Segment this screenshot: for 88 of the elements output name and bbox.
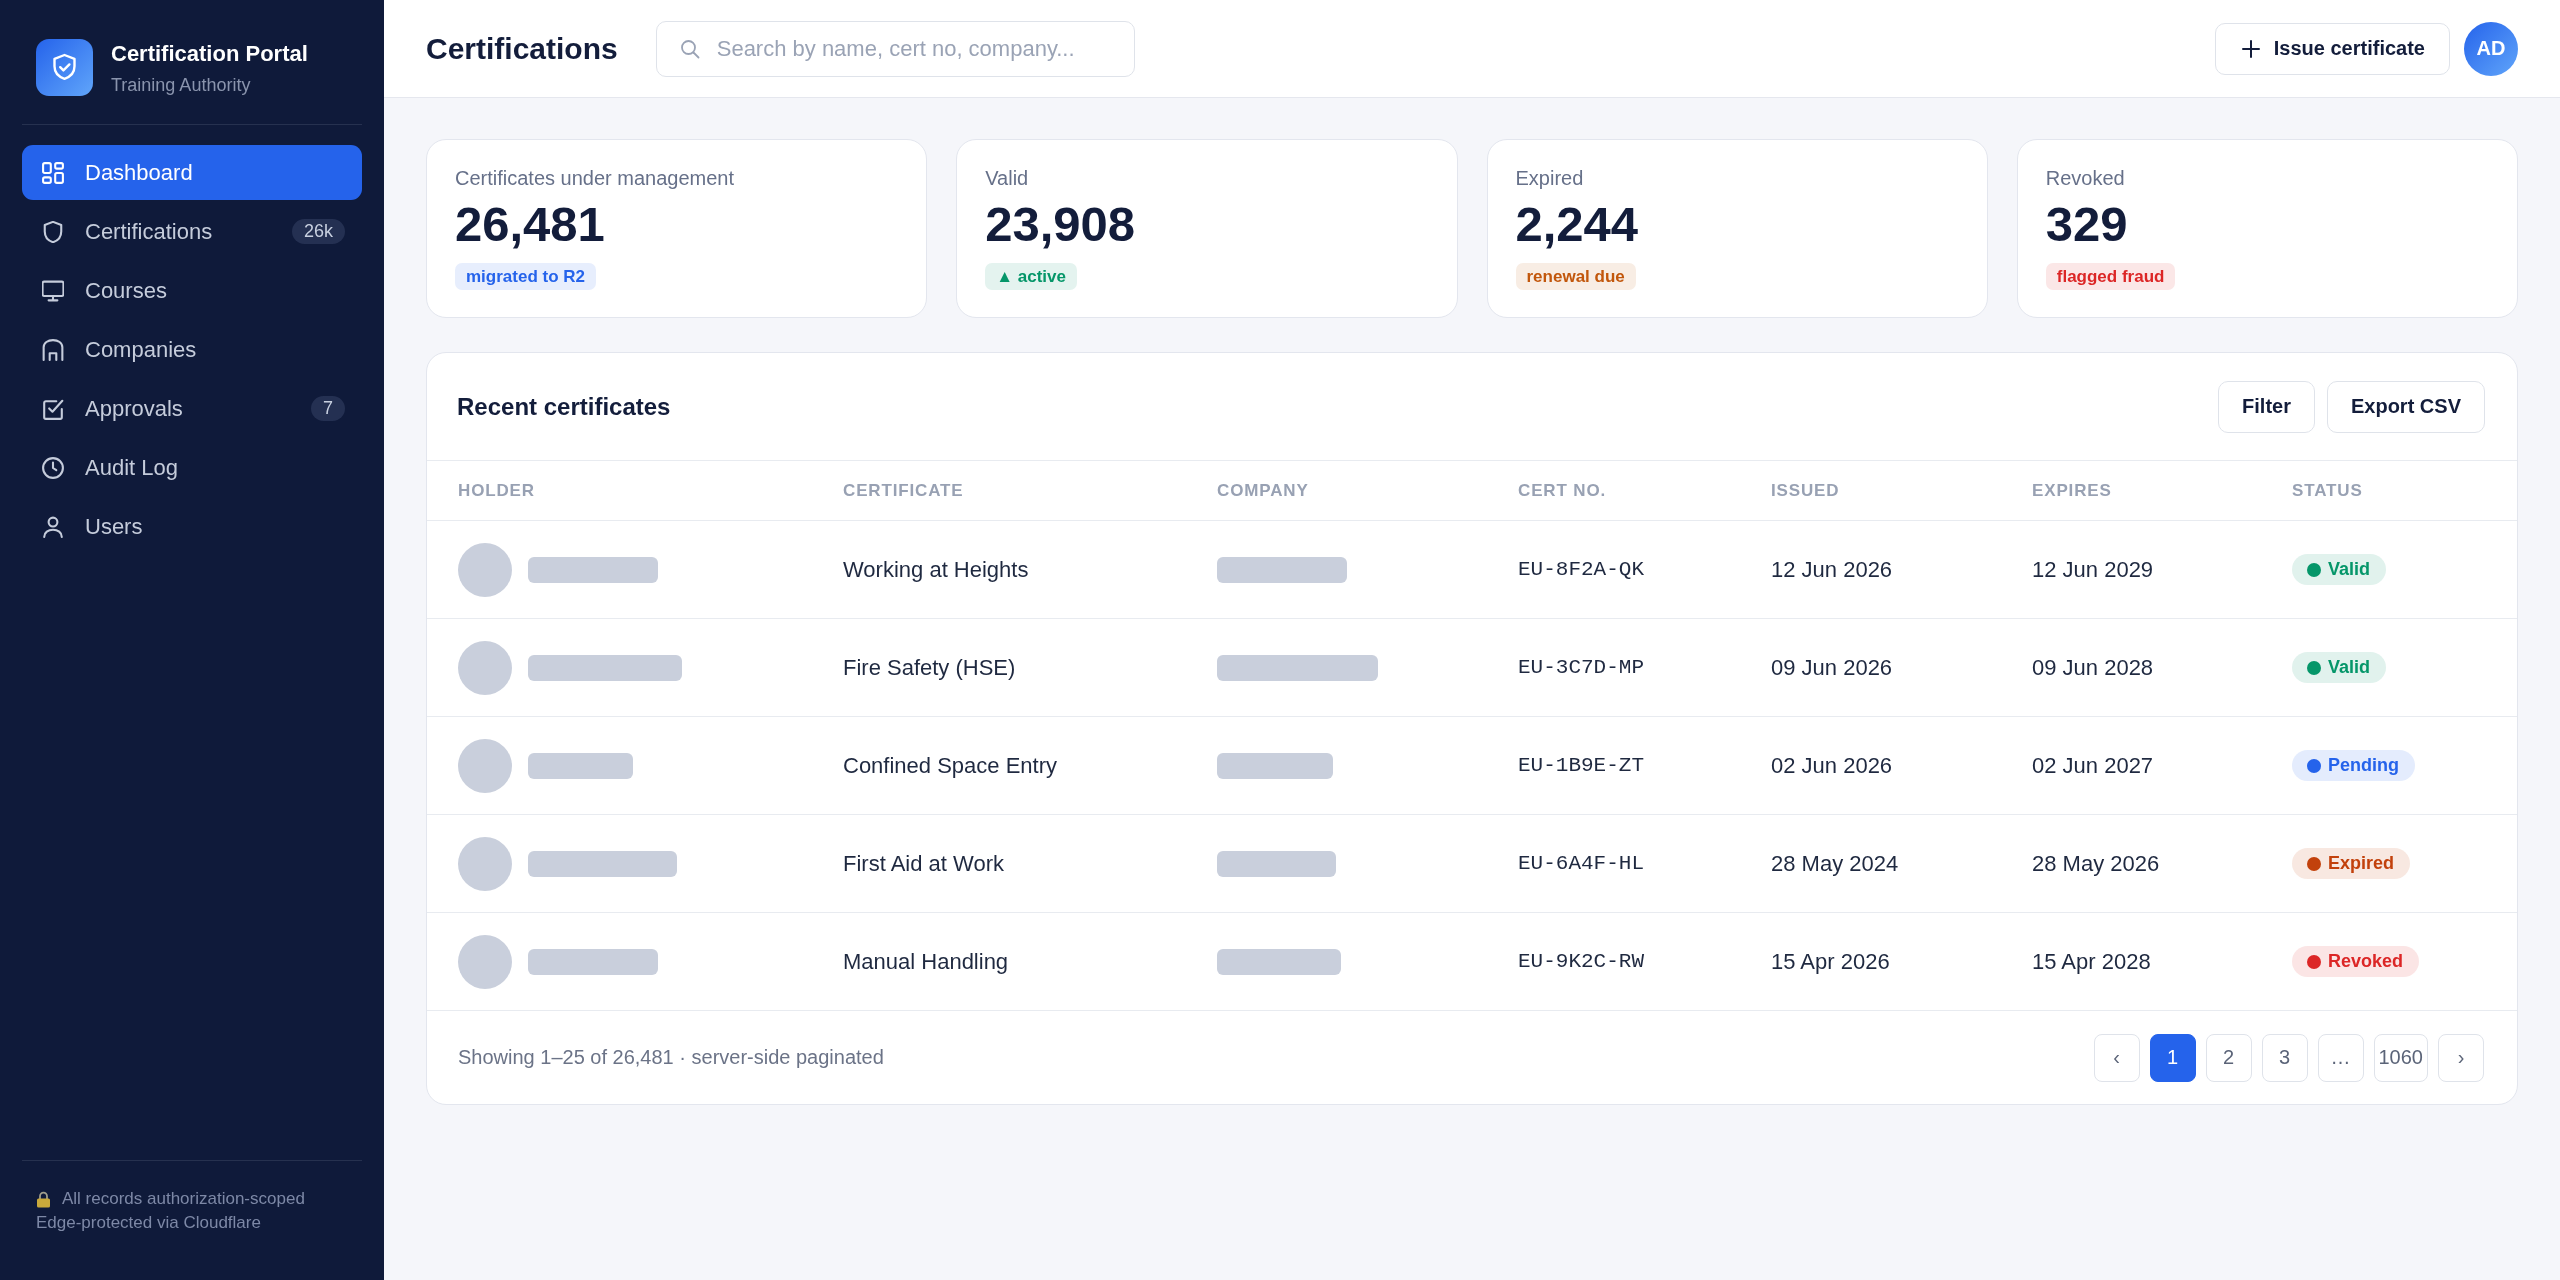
- avatar-placeholder: [458, 836, 512, 891]
- pagination-summary: Showing 1–25 of 26,481 · server-side paginated: [458, 1046, 884, 1069]
- toolbar-button[interactable]: Filter: [2218, 380, 2315, 433]
- page-title: Certifications: [426, 31, 618, 66]
- stat-badge: ▲ active: [985, 263, 1077, 290]
- count-badge: 7: [311, 396, 345, 421]
- issued-date: 12 Jun 2026: [1771, 556, 1893, 583]
- cert-number: EU-3C7D-MP: [1518, 656, 1645, 679]
- issued-date: 28 May 2024: [1771, 850, 1899, 877]
- sidebar-item[interactable]: Approvals 7: [22, 381, 362, 436]
- certificate-name: First Aid at Work: [843, 850, 1004, 877]
- column-header: EXPIRES: [2032, 480, 2112, 501]
- stat-value: 329: [2045, 196, 2128, 252]
- expiry-date: 02 Jun 2027: [2032, 752, 2154, 779]
- issue-certificate-button[interactable]: Issue certificate: [2214, 22, 2450, 75]
- status-label: Valid: [2328, 559, 2371, 580]
- page-button[interactable]: 2: [2205, 1033, 2252, 1082]
- toolbar-button[interactable]: Export CSV: [2326, 380, 2485, 433]
- column-header: ISSUED: [1771, 480, 1840, 501]
- certificate-name: Manual Handling: [843, 948, 1009, 975]
- stat-label: Expired: [1515, 166, 1584, 191]
- sidebar-item[interactable]: Users: [22, 499, 362, 554]
- cert-number: EU-1B9E-ZT: [1518, 754, 1645, 777]
- issued-date: 02 Jun 2026: [1771, 752, 1893, 779]
- footer-note: All records authorization-scoped: [62, 1188, 305, 1210]
- stat-label: Valid: [985, 166, 1029, 191]
- sidebar-item[interactable]: Dashboard: [22, 145, 362, 200]
- avatar-placeholder: [458, 934, 512, 989]
- user-icon: [42, 515, 64, 538]
- footer-note: Edge-protected via Cloudflare: [36, 1212, 261, 1234]
- status-label: Expired: [2328, 853, 2395, 874]
- page-button[interactable]: 1060: [2373, 1033, 2428, 1082]
- issued-date: 15 Apr 2026: [1771, 948, 1890, 975]
- card-title: Recent certificates: [457, 392, 671, 421]
- shield-icon: [42, 220, 64, 243]
- stat-label: Certificates under management: [455, 166, 735, 191]
- cert-number: EU-6A4F-HL: [1518, 852, 1645, 875]
- expiry-date: 12 Jun 2029: [2032, 556, 2154, 583]
- column-header: HOLDER: [458, 480, 535, 501]
- certificate-name: Working at Heights: [843, 556, 1029, 583]
- stat-badge: migrated to R2: [455, 263, 597, 290]
- app-subtitle: Training Authority: [111, 73, 251, 96]
- search-field[interactable]: Search by name, cert no, company...: [655, 20, 1135, 77]
- page-button[interactable]: 1: [2149, 1033, 2196, 1082]
- stat-value: 2,244: [1515, 196, 1639, 252]
- avatar-placeholder: [458, 640, 512, 695]
- column-header: COMPANY: [1217, 480, 1309, 501]
- plus-icon: [2241, 39, 2260, 58]
- certificate-name: Fire Safety (HSE): [843, 654, 1016, 681]
- page-button[interactable]: ›: [2438, 1033, 2484, 1082]
- sidebar-item[interactable]: Courses: [22, 263, 362, 318]
- shield-check-icon: [36, 39, 93, 96]
- avatar-placeholder: [458, 738, 512, 793]
- user-avatar[interactable]: AD: [2464, 21, 2518, 76]
- building-icon: [42, 338, 64, 361]
- expiry-date: 09 Jun 2028: [2032, 654, 2154, 681]
- stat-value: 26,481: [455, 196, 605, 252]
- sidebar-item[interactable]: Audit Log: [22, 440, 362, 495]
- check-square-icon: [42, 397, 64, 420]
- count-badge: 26k: [291, 219, 345, 244]
- lock-icon: [36, 1190, 51, 1208]
- status-label: Revoked: [2328, 951, 2404, 972]
- expiry-date: 15 Apr 2028: [2032, 948, 2151, 975]
- monitor-icon: [42, 279, 64, 302]
- status-label: Valid: [2328, 657, 2371, 678]
- column-header: CERTIFICATE: [843, 480, 964, 501]
- stat-badge: renewal due: [1515, 263, 1636, 290]
- page-button[interactable]: ‹: [2093, 1033, 2140, 1082]
- column-header: STATUS: [2292, 480, 2363, 501]
- stat-value: 23,908: [985, 196, 1136, 252]
- certificate-name: Confined Space Entry: [843, 752, 1058, 779]
- stat-label: Revoked: [2045, 166, 2125, 191]
- cert-number: EU-8F2A-QK: [1518, 558, 1645, 581]
- sidebar-item[interactable]: Certifications 26k: [22, 204, 362, 259]
- sidebar-item[interactable]: Companies: [22, 322, 362, 377]
- avatar-placeholder: [458, 542, 512, 597]
- stat-badge: flagged fraud: [2045, 263, 2176, 290]
- search-icon: [679, 38, 700, 59]
- status-label: Pending: [2328, 755, 2399, 776]
- clock-icon: [42, 456, 64, 479]
- app-title: Certification Portal: [111, 39, 308, 68]
- cert-number: EU-9K2C-RW: [1518, 950, 1645, 973]
- column-header: CERT NO.: [1518, 480, 1607, 501]
- page-button[interactable]: …: [2317, 1033, 2364, 1082]
- expiry-date: 28 May 2026: [2032, 850, 2160, 877]
- grid-icon: [42, 161, 64, 184]
- issued-date: 09 Jun 2026: [1771, 654, 1893, 681]
- page-button[interactable]: 3: [2261, 1033, 2308, 1082]
